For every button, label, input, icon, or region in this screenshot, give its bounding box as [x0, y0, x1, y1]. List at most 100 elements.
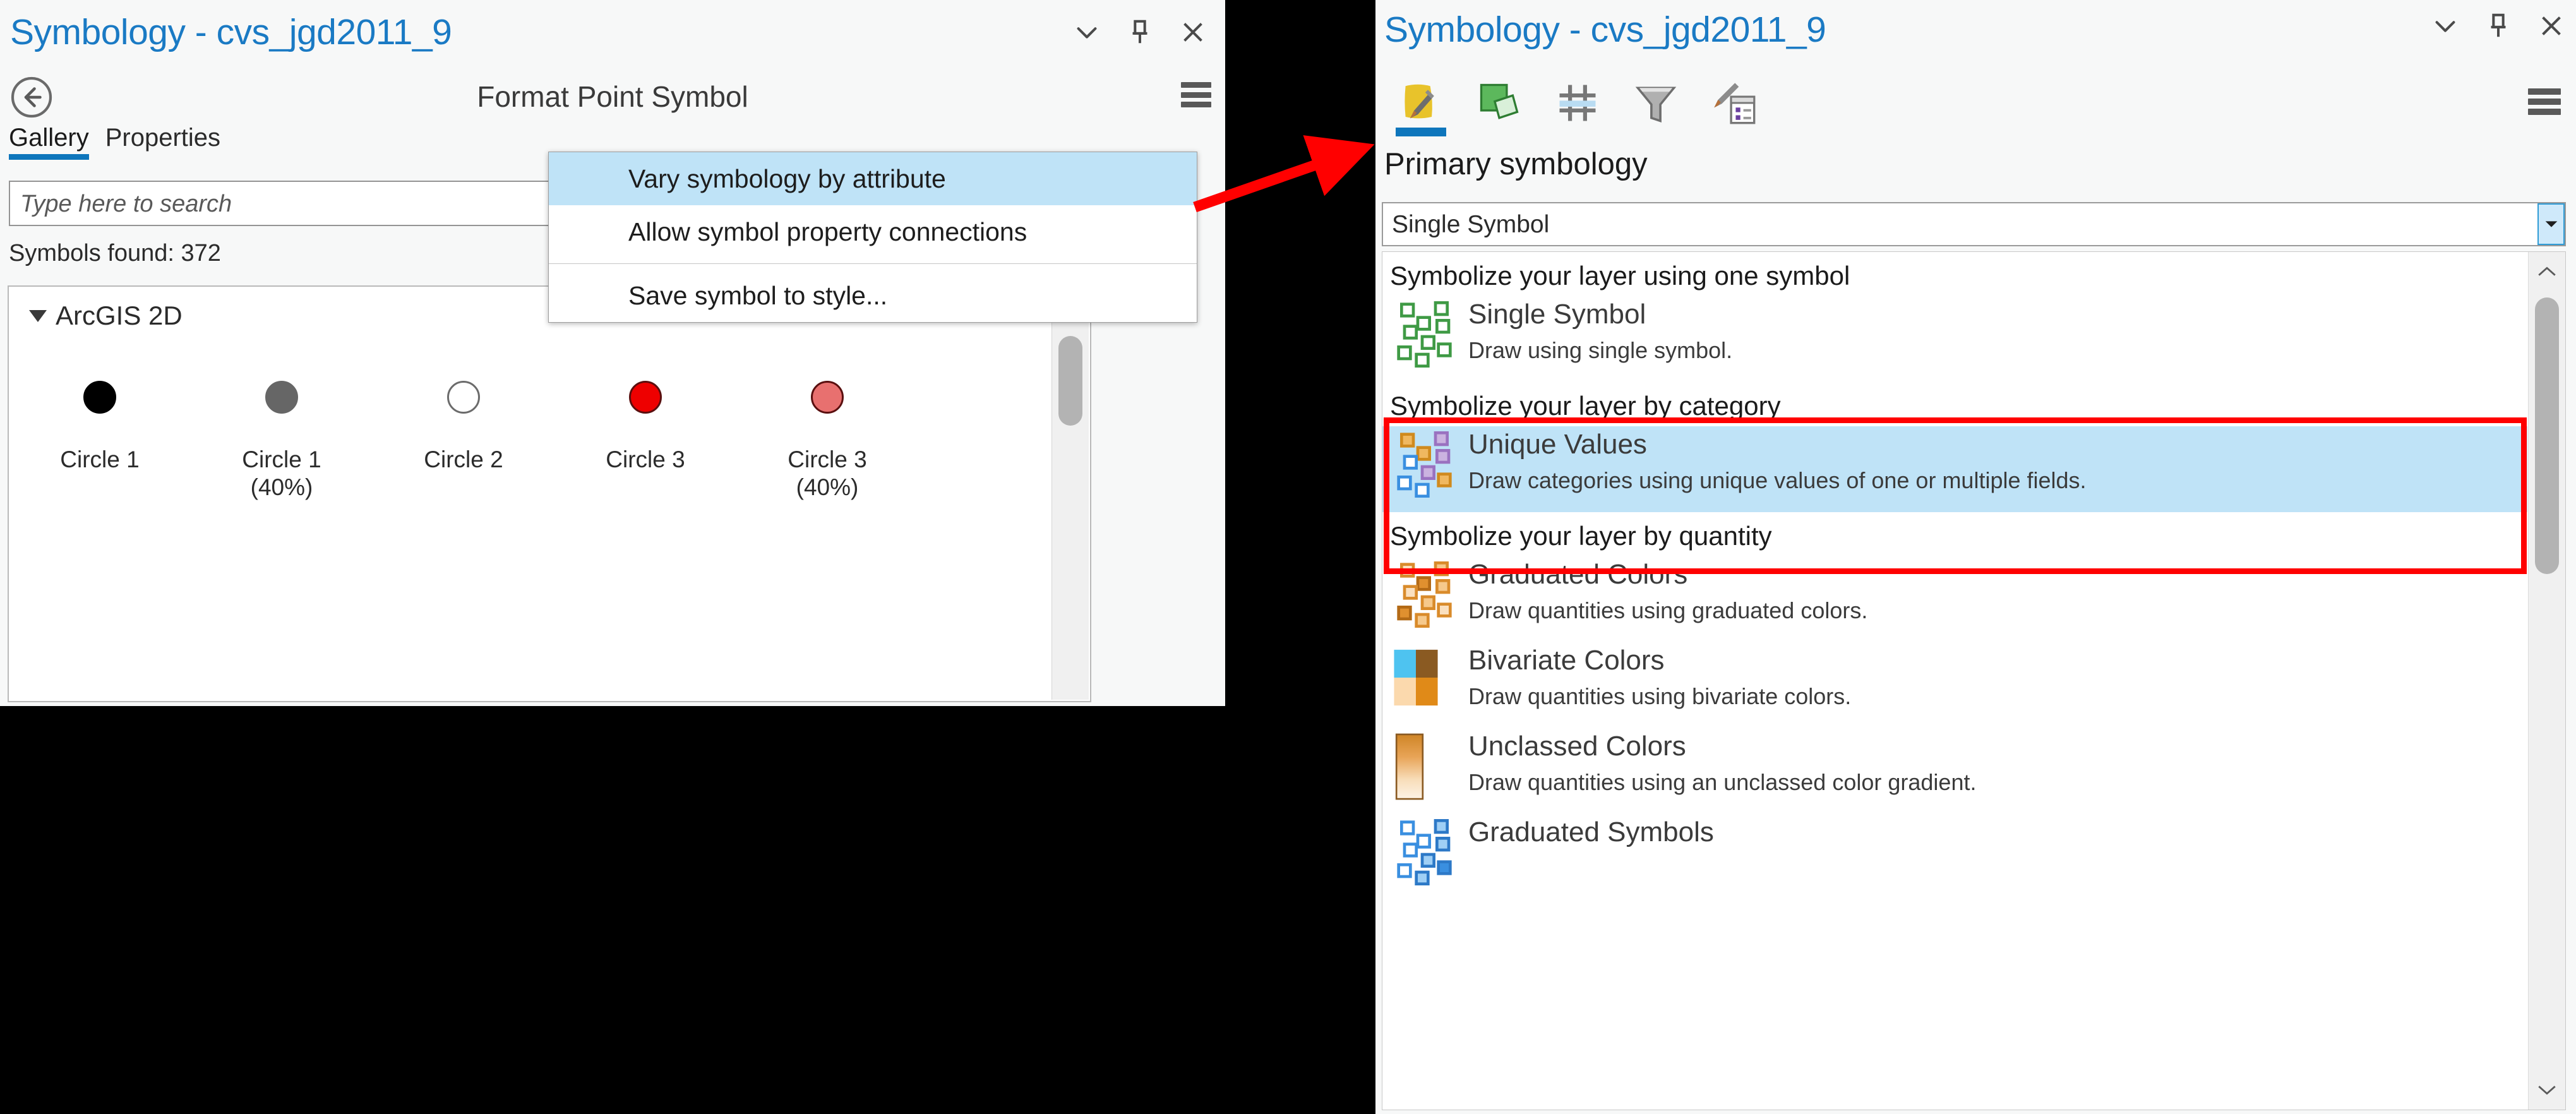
primary-symbology-value: Single Symbol: [1392, 211, 1550, 238]
circle-icon: [265, 381, 298, 414]
symbology-method-option[interactable]: Single Symbol Draw using single symbol.: [1382, 296, 2527, 382]
method-list-scrollbar[interactable]: [2528, 252, 2565, 1110]
gallery-symbol-item[interactable]: Circle 3: [554, 362, 736, 501]
dot-cluster-green-icon: [1391, 301, 1462, 376]
symbol-label: Circle 3: [606, 446, 685, 472]
context-menu-item[interactable]: Save symbol to style...: [549, 269, 1197, 322]
method-option-text: Graduated Colors Draw quantities using gr…: [1462, 559, 1867, 623]
masking-tab-button[interactable]: [1538, 66, 1617, 140]
method-option-description: Draw using single symbol.: [1468, 337, 1733, 363]
method-option-text: Unique Values Draw categories using uniqu…: [1462, 429, 2087, 493]
left-panel-subtitle: Format Point Symbol: [477, 80, 748, 113]
symbol-gallery: ArcGIS 2D Circle 1 Circle 1 (40%) Circle 2C…: [8, 285, 1091, 702]
method-option-text: Bivariate Colors Draw quantities using bi…: [1462, 645, 1851, 709]
symbol-swatch: [629, 362, 662, 432]
symbol-context-menu: Vary symbology by attribute Allow symbol …: [548, 152, 1197, 323]
left-panel-menu-icon[interactable]: [1181, 82, 1211, 107]
method-option-text: Single Symbol Draw using single symbol.: [1462, 299, 1732, 363]
symbology-toolbar: [1375, 64, 2576, 141]
primary-symbology-select[interactable]: Single Symbol: [1382, 202, 2566, 246]
display-filters-tab-button[interactable]: [1617, 66, 1695, 140]
symbol-swatch: [447, 362, 480, 432]
symbol-swatch: [265, 362, 298, 432]
pin-icon[interactable]: [1125, 18, 1154, 47]
symbology-method-option[interactable]: Unique Values Draw categories using uniqu…: [1382, 426, 2527, 512]
gallery-scroll-thumb[interactable]: [1058, 336, 1082, 426]
right-panel-window-controls: [2431, 11, 2566, 40]
symbology-method-option[interactable]: Graduated Symbols: [1382, 814, 2527, 900]
scroll-up-icon[interactable]: [2529, 252, 2565, 291]
gallery-symbol-item[interactable]: Circle 3 (40%): [736, 362, 918, 501]
scroll-down-icon[interactable]: [2529, 1070, 2565, 1110]
tab-gallery[interactable]: Gallery: [9, 124, 89, 160]
right-panel-titlebar: Symbology - cvs_jgd2011_9: [1375, 0, 2576, 64]
menu-separator: [549, 263, 1197, 264]
symbology-method-list: Symbolize your layer using one symbol Sin…: [1382, 251, 2566, 1110]
gallery-group-header[interactable]: ArcGIS 2D: [29, 301, 183, 331]
symbology-method-option[interactable]: Unclassed Colors Draw quantities using an…: [1382, 728, 2527, 814]
method-option-description: Draw quantities using bivariate colors.: [1468, 683, 1852, 709]
dot-cluster-multicolor-icon: [1391, 431, 1462, 506]
symbol-layer-drawing-tab-button[interactable]: [1695, 66, 1773, 140]
context-menu-item[interactable]: Vary symbology by attribute: [549, 152, 1197, 205]
right-panel-title: Symbology - cvs_jgd2011_9: [1384, 9, 1826, 50]
left-panel-window-controls: [1072, 18, 1207, 47]
dot-cluster-orange-icon: [1391, 561, 1462, 636]
chevron-down-icon[interactable]: [2431, 11, 2460, 40]
method-option-description: Draw categories using unique values of o…: [1468, 467, 2087, 493]
method-list-scroll-thumb[interactable]: [2535, 297, 2559, 574]
symbology-panel: Symbology - cvs_jgd2011_9 Primary symbol…: [1375, 0, 2576, 1114]
vector-field-tab-button[interactable]: [1460, 66, 1538, 140]
active-tab-underline: [1396, 128, 1446, 136]
circle-icon: [83, 381, 116, 414]
method-option-description: Draw quantities using an unclassed color…: [1468, 769, 1977, 795]
symbol-label: Circle 1: [60, 446, 140, 472]
bivariate-swatch-icon: [1391, 647, 1462, 722]
left-panel-subbar: Format Point Symbol: [0, 68, 1225, 126]
brush-list-icon: [1705, 76, 1763, 129]
funnel-icon: [1627, 76, 1685, 129]
close-icon[interactable]: [2537, 11, 2566, 40]
green-layers-icon: [1470, 76, 1528, 129]
gallery-symbol-item[interactable]: Circle 1 (40%): [191, 362, 373, 501]
method-option-name: Graduated Colors: [1468, 559, 1688, 590]
symbol-label: Circle 3 (40%): [788, 446, 867, 500]
gradient-swatch-icon: [1391, 733, 1462, 808]
gallery-scrollbar[interactable]: [1051, 288, 1089, 700]
method-option-name: Single Symbol: [1468, 299, 1646, 330]
chevron-down-icon[interactable]: [1072, 18, 1101, 47]
symbol-label: Circle 2: [424, 446, 503, 472]
method-group-header: Symbolize your layer by category: [1390, 391, 1781, 421]
method-option-name: Graduated Symbols: [1468, 817, 1714, 847]
search-placeholder: Type here to search: [20, 191, 232, 217]
symbology-method-option[interactable]: Bivariate Colors Draw quantities using bi…: [1382, 642, 2527, 728]
gallery-symbol-item[interactable]: Circle 2: [373, 362, 554, 501]
tab-properties[interactable]: Properties: [105, 124, 220, 160]
symbology-method-option[interactable]: Graduated Colors Draw quantities using gr…: [1382, 556, 2527, 642]
left-panel-title: Symbology - cvs_jgd2011_9: [10, 12, 452, 52]
symbol-label: Circle 1 (40%): [242, 446, 321, 500]
symbol-swatch: [83, 362, 116, 432]
symbols-found-label: Symbols found: 372: [9, 240, 221, 267]
method-option-name: Unique Values: [1468, 429, 1647, 460]
chevron-down-icon[interactable]: [2537, 203, 2565, 245]
circle-icon: [629, 381, 662, 414]
primary-symbology-title: Primary symbology: [1384, 147, 1648, 181]
red-pointer-arrow: [1193, 135, 1375, 213]
right-panel-menu-icon[interactable]: [2528, 88, 2561, 115]
circle-icon: [811, 381, 844, 414]
symbology-tab-button[interactable]: [1382, 64, 1466, 141]
context-menu-item[interactable]: Allow symbol property connections: [549, 205, 1197, 258]
paint-page-icon: [1392, 76, 1450, 129]
left-panel-titlebar: Symbology - cvs_jgd2011_9: [0, 0, 1225, 68]
pin-icon[interactable]: [2484, 11, 2513, 40]
method-option-name: Unclassed Colors: [1468, 731, 1686, 762]
close-icon[interactable]: [1178, 18, 1207, 47]
chevron-down-icon: [29, 309, 47, 322]
gallery-row: Circle 1 Circle 1 (40%) Circle 2 Circle 3 Cir…: [9, 362, 1045, 501]
method-group-header: Symbolize your layer by quantity: [1390, 521, 1772, 551]
dot-cluster-blue-icon: [1391, 819, 1462, 894]
gallery-symbol-item[interactable]: Circle 1: [9, 362, 191, 501]
method-group-header: Symbolize your layer using one symbol: [1390, 261, 1850, 290]
gallery-group-label: ArcGIS 2D: [56, 301, 183, 330]
